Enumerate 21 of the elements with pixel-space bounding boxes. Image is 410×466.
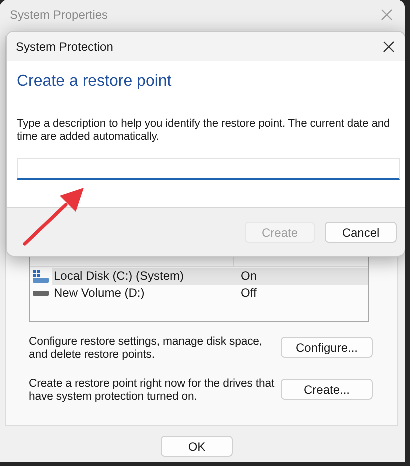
dialog-heading: Create a restore point [17,73,173,91]
dialog-description: Type a description to help you identify the restore point. The current date and time are added automatically. [17,118,392,144]
configure-button[interactable]: Configure... [281,337,373,358]
cancel-button[interactable]: Cancel [325,222,397,243]
description-input-field[interactable] [17,158,400,180]
protection-status: Off [240,285,258,302]
drive-icon [33,270,49,284]
drive-row[interactable]: New Volume (D:) Off [52,285,368,302]
drive-row[interactable]: Local Disk (C:) (System) On [52,268,368,285]
ok-button[interactable]: OK [161,436,233,457]
window-title: System Properties [10,8,108,22]
action-description: Create a restore point right now for the drives that have system protection turned on. [29,378,276,404]
arrow-annotation [22,185,86,247]
close-icon[interactable] [383,40,395,52]
create-button[interactable]: Create... [281,379,373,400]
dialog-title: System Protection [16,40,114,54]
drive-name: New Volume (D:) [53,285,146,302]
action-description: Configure restore settings, manage disk space, and delete restore points. [29,336,264,362]
protection-status: On [240,268,258,285]
drive-icon [33,290,49,296]
drive-name: Local Disk (C:) (System) [53,268,186,285]
